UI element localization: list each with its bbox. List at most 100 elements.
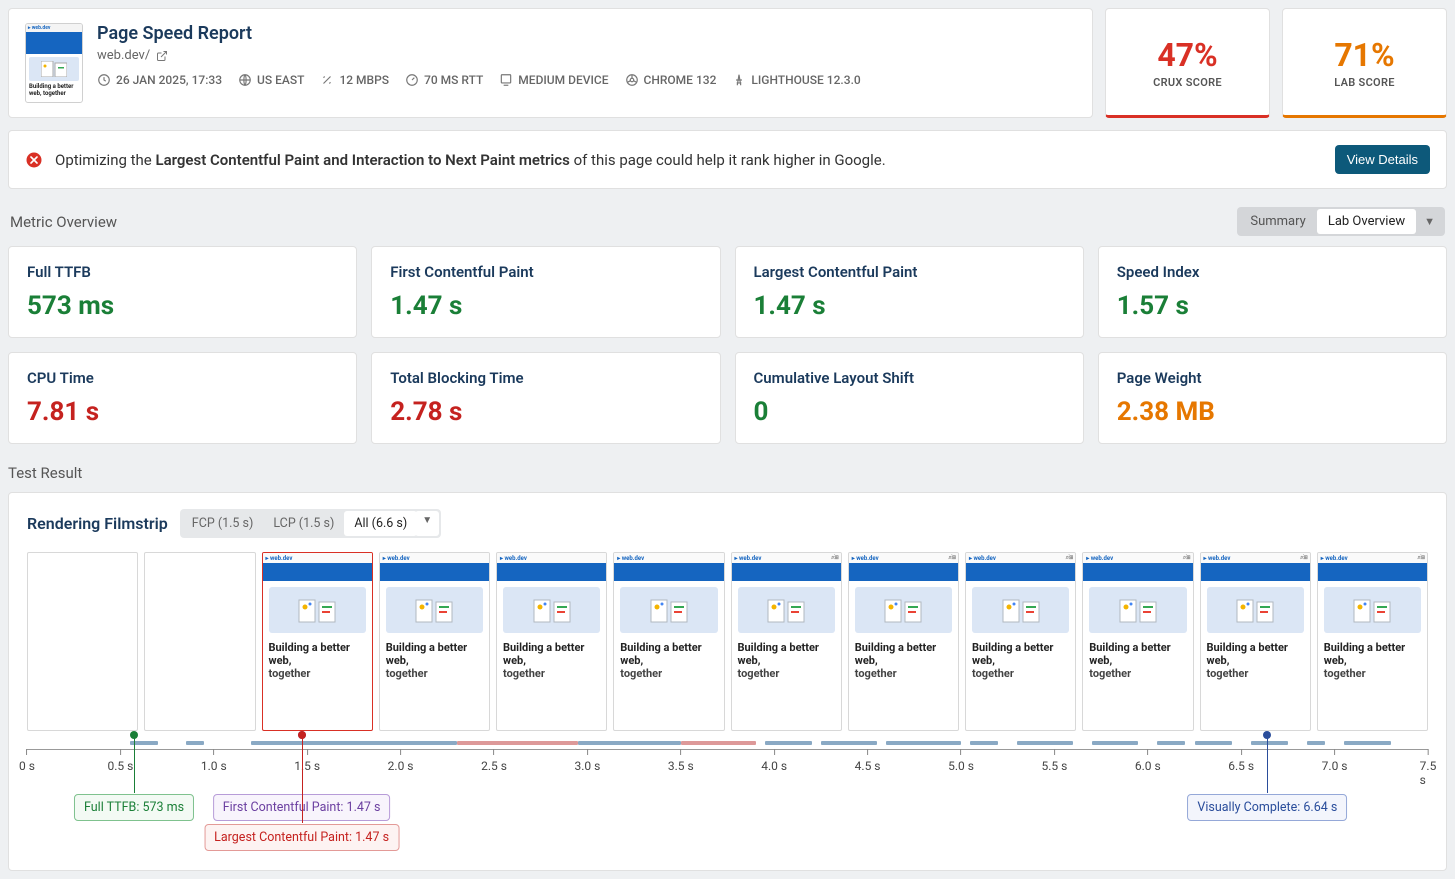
metric-value: 7.81 s [27, 397, 338, 427]
activity-bar [27, 739, 1428, 747]
filmstrip-frame[interactable] [144, 552, 255, 731]
filmstrip-chip-group: FCP (1.5 s) LCP (1.5 s) All (6.6 s) ▼ [180, 509, 441, 538]
timeline-tick: 0.5 s [107, 749, 133, 773]
chip-fcp[interactable]: FCP (1.5 s) [182, 511, 264, 536]
page-thumbnail: ▸ web.dev Building a better web, togethe… [25, 23, 83, 103]
metric-card[interactable]: Total Blocking Time 2.78 s [371, 352, 720, 444]
filmstrip-frame[interactable] [27, 552, 138, 731]
crux-score-label: CRUX SCORE [1153, 76, 1222, 89]
metric-card[interactable]: Page Weight 2.38 MB [1098, 352, 1447, 444]
metric-card[interactable]: Cumulative Layout Shift 0 [735, 352, 1084, 444]
metric-card[interactable]: CPU Time 7.81 s [8, 352, 357, 444]
filmstrip-card: Rendering Filmstrip FCP (1.5 s) LCP (1.5… [8, 492, 1447, 871]
timeline-tick: 3.5 s [668, 749, 694, 773]
timeline-tick: 5.0 s [948, 749, 974, 773]
timeline: 0 s0.5 s1.0 s1.5 s2.0 s2.5 s3.0 s3.5 s4.… [27, 749, 1428, 844]
meta-lighthouse: LIGHTHOUSE 12.3.0 [732, 73, 860, 87]
lab-score-card[interactable]: 71% LAB SCORE [1282, 8, 1447, 118]
chip-all[interactable]: All (6.6 s) [344, 511, 417, 536]
page-url[interactable]: web.dev/ [97, 48, 1076, 63]
toggle-dropdown-icon[interactable]: ▼ [1416, 211, 1443, 232]
timeline-tick: 6.5 s [1228, 749, 1254, 773]
timeline-tick: 1.5 s [294, 749, 320, 773]
clock-icon [97, 73, 111, 87]
timeline-marker[interactable]: Largest Contentful Paint: 1.47 s [204, 824, 399, 851]
filmstrip-frame[interactable]: ▸ web.devBuilding a better web,together [496, 552, 607, 731]
filmstrip-row: ▸ web.devBuilding a better web,together▸… [27, 552, 1428, 731]
chrome-icon [625, 73, 639, 87]
header-card: ▸ web.dev Building a better web, togethe… [8, 8, 1093, 118]
toggle-lab-overview[interactable]: Lab Overview [1317, 209, 1416, 234]
metric-value: 2.78 s [390, 397, 701, 427]
timeline-tick: 7.0 s [1322, 749, 1348, 773]
lighthouse-icon [732, 73, 746, 87]
metric-value: 2.38 MB [1117, 397, 1428, 427]
filmstrip-title: Rendering Filmstrip [27, 514, 168, 533]
meta-rtt: 70 MS RTT [405, 73, 483, 87]
metric-value: 1.47 s [390, 291, 701, 321]
alert-text: Optimizing the Largest Contentful Paint … [55, 151, 1323, 169]
metric-value: 0 [754, 397, 1065, 427]
metric-name: Full TTFB [27, 263, 338, 281]
meta-device: MEDIUM DEVICE [499, 73, 608, 87]
timeline-tick: 7.5 s [1420, 749, 1437, 787]
error-icon [25, 151, 43, 169]
metric-value: 573 ms [27, 291, 338, 321]
timeline-tick: 3.0 s [574, 749, 600, 773]
metric-value: 1.47 s [754, 291, 1065, 321]
filmstrip-frame[interactable]: ▸ web.dev⌕ ⋮ ⊞Building a better web,toge… [731, 552, 842, 731]
metric-overview-title: Metric Overview [10, 213, 117, 231]
metric-name: First Contentful Paint [390, 263, 701, 281]
metric-card[interactable]: First Contentful Paint 1.47 s [371, 246, 720, 338]
external-link-icon [156, 50, 168, 62]
metric-name: Largest Contentful Paint [754, 263, 1065, 281]
globe-icon [238, 73, 252, 87]
filmstrip-frame[interactable]: ▸ web.dev⌕ ⋮ ⊞Building a better web,toge… [1317, 552, 1428, 731]
filmstrip-frame[interactable]: ▸ web.devBuilding a better web,together [613, 552, 724, 731]
meta-date: 26 JAN 2025, 17:33 [97, 73, 222, 87]
chip-dropdown-icon[interactable]: ▼ [415, 511, 439, 536]
metric-name: Page Weight [1117, 369, 1428, 387]
page-title: Page Speed Report [97, 23, 1076, 44]
crux-score-card[interactable]: 47% CRUX SCORE [1105, 8, 1270, 118]
metric-name: CPU Time [27, 369, 338, 387]
metric-card[interactable]: Largest Contentful Paint 1.47 s [735, 246, 1084, 338]
metric-grid: Full TTFB 573 ms First Contentful Paint 1.4… [8, 246, 1447, 444]
filmstrip-frame[interactable]: ▸ web.dev⌕ ⋮ ⊞Building a better web,toge… [965, 552, 1076, 731]
metric-card[interactable]: Speed Index 1.57 s [1098, 246, 1447, 338]
metric-name: Total Blocking Time [390, 369, 701, 387]
timeline-tick: 2.0 s [388, 749, 414, 773]
gauge-icon [405, 73, 419, 87]
device-icon [499, 73, 513, 87]
chip-lcp[interactable]: LCP (1.5 s) [263, 511, 344, 536]
test-result-title: Test Result [8, 464, 1447, 482]
lab-score-label: LAB SCORE [1334, 76, 1395, 89]
meta-region: US EAST [238, 73, 304, 87]
metric-value: 1.57 s [1117, 291, 1428, 321]
optimization-alert: Optimizing the Largest Contentful Paint … [8, 130, 1447, 189]
overview-toggle-group: Summary Lab Overview ▼ [1237, 207, 1445, 236]
timeline-tick: 2.5 s [481, 749, 507, 773]
metric-card[interactable]: Full TTFB 573 ms [8, 246, 357, 338]
timeline-tick: 0 s [19, 749, 35, 773]
filmstrip-frame[interactable]: ▸ web.dev⌕ ⋮ ⊞Building a better web,toge… [1200, 552, 1311, 731]
metric-name: Speed Index [1117, 263, 1428, 281]
view-details-button[interactable]: View Details [1335, 145, 1430, 174]
metric-name: Cumulative Layout Shift [754, 369, 1065, 387]
filmstrip-frame[interactable]: ▸ web.dev⌕ ⋮ ⊞Building a better web,toge… [1082, 552, 1193, 731]
timeline-tick: 6.0 s [1135, 749, 1161, 773]
network-icon [320, 73, 334, 87]
crux-score-value: 47% [1157, 36, 1217, 74]
meta-row: 26 JAN 2025, 17:33 US EAST 12 MBPS 70 MS… [97, 73, 1076, 87]
lab-score-value: 71% [1334, 36, 1394, 74]
meta-bandwidth: 12 MBPS [320, 73, 389, 87]
toggle-summary[interactable]: Summary [1239, 209, 1316, 234]
meta-browser: CHROME 132 [625, 73, 717, 87]
timeline-marker[interactable]: Visually Complete: 6.64 s [1187, 794, 1347, 821]
timeline-tick: 4.0 s [761, 749, 787, 773]
filmstrip-frame[interactable]: ▸ web.dev⌕ ⋮ ⊞Building a better web,toge… [848, 552, 959, 731]
timeline-tick: 5.5 s [1041, 749, 1067, 773]
filmstrip-frame[interactable]: ▸ web.devBuilding a better web,together [379, 552, 490, 731]
filmstrip-frame[interactable]: ▸ web.devBuilding a better web,together [262, 552, 373, 731]
timeline-marker[interactable]: Full TTFB: 573 ms [74, 794, 194, 821]
